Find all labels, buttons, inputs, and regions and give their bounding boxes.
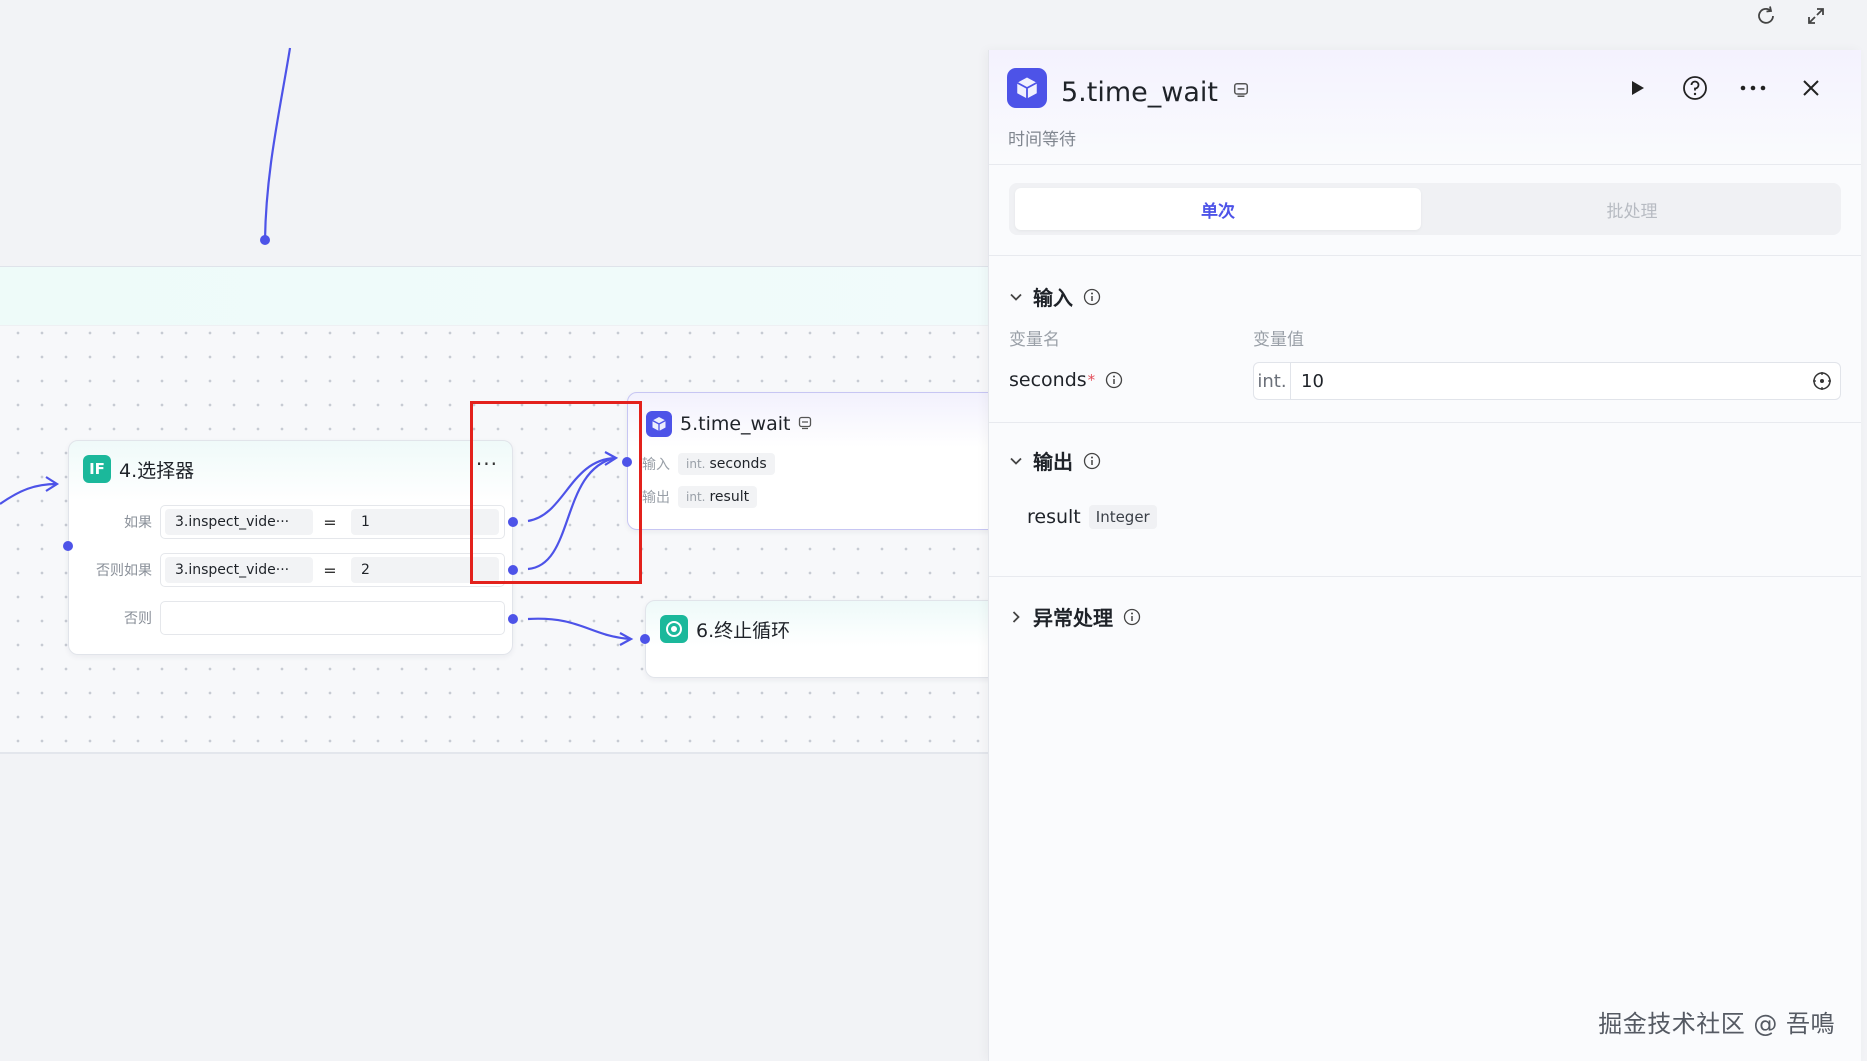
panel-header: 5.time_wait 时间等待 <box>989 50 1861 165</box>
cube-icon <box>1007 68 1047 108</box>
chevron-down-icon <box>1009 449 1023 473</box>
workflow-canvas[interactable]: IF 4.选择器 ··· 如果 3.inspect_vide··· = 1 否则… <box>0 0 1007 1061</box>
wire-else-to-endloop <box>527 617 631 641</box>
output-type-badge: Integer <box>1088 505 1157 529</box>
if-icon: IF <box>83 455 111 483</box>
condition-label: 否则如果 <box>96 563 152 579</box>
end-loop-input-port[interactable] <box>640 634 650 644</box>
divider <box>989 576 1861 577</box>
end-loop-node-header: 6.终止循环 <box>660 615 790 643</box>
variable-name-column-label: 变量名 <box>1009 330 1060 350</box>
else-branch-box <box>160 601 505 635</box>
highlight-annotation-box <box>470 401 642 584</box>
variable-name-text: seconds <box>1009 369 1087 391</box>
stop-circle-icon <box>660 615 688 643</box>
run-button[interactable] <box>1621 72 1653 104</box>
seconds-value-input[interactable]: 10 <box>1301 371 1812 392</box>
required-mark: * <box>1087 371 1096 389</box>
input-section-header[interactable]: 输入 <box>1009 282 1101 311</box>
divider <box>989 255 1861 256</box>
info-icon[interactable] <box>1083 288 1101 306</box>
selector-node-header: IF 4.选择器 <box>83 455 194 483</box>
exception-section-header[interactable]: 异常处理 <box>1009 602 1141 631</box>
chevron-down-icon <box>1009 285 1023 309</box>
variable-type-badge: int. <box>1254 363 1291 399</box>
condition-left-variable[interactable]: 3.inspect_vide··· <box>165 557 313 583</box>
input-param-type: int. <box>686 457 706 471</box>
chevron-right-icon <box>1009 605 1023 629</box>
else-output-port[interactable] <box>508 614 518 624</box>
end-loop-node-title: 6.终止循环 <box>696 619 791 642</box>
plugin-badge-icon <box>1233 74 1249 105</box>
output-param-tag: int. result <box>678 486 758 508</box>
input-param-tag: int. seconds <box>678 453 775 475</box>
watermark: 掘金技术社区 @ 吾鳴 <box>1598 1010 1835 1038</box>
tab-batch[interactable]: 批处理 <box>1429 188 1835 230</box>
exception-section-title: 异常处理 <box>1033 606 1113 630</box>
output-section-title: 输出 <box>1033 450 1073 474</box>
input-label: 输入 <box>642 457 670 473</box>
port-loop-top <box>260 235 270 245</box>
output-label: 输出 <box>642 490 670 506</box>
info-icon[interactable] <box>1105 371 1123 389</box>
condition-left-variable[interactable]: 3.inspect_vide··· <box>165 509 313 535</box>
condition-expression[interactable]: 3.inspect_vide··· = 1 <box>160 505 505 539</box>
more-options-icon[interactable] <box>1737 72 1769 104</box>
condition-row-if: 如果 3.inspect_vide··· = 1 <box>79 505 505 539</box>
panel-title-text: 5.time_wait <box>1061 77 1218 108</box>
seconds-value-field[interactable]: int. 10 <box>1253 362 1841 400</box>
refresh-icon[interactable] <box>1752 2 1780 30</box>
time-wait-input-row: 输入 int. seconds <box>642 453 775 475</box>
time-wait-node[interactable]: 5.time_wait 输入 int. seconds 输出 int. resu… <box>627 392 1007 530</box>
condition-expression[interactable]: 3.inspect_vide··· = 2 <box>160 553 505 587</box>
time-wait-output-row: 输出 int. result <box>642 486 758 508</box>
time-wait-node-header: 5.time_wait <box>646 411 812 437</box>
info-icon[interactable] <box>1123 608 1141 626</box>
panel-subtitle: 时间等待 <box>1008 130 1076 150</box>
wire-top-to-loop <box>263 47 292 241</box>
selector-node-title: 4.选择器 <box>119 459 195 482</box>
close-icon[interactable] <box>1795 72 1827 104</box>
end-loop-node[interactable]: 6.终止循环 <box>645 600 1007 678</box>
help-icon[interactable] <box>1679 72 1711 104</box>
fullscreen-icon[interactable] <box>1802 2 1830 30</box>
variable-value-column-label: 变量值 <box>1253 330 1304 350</box>
wire-into-selector <box>0 482 58 505</box>
selector-node[interactable]: IF 4.选择器 ··· 如果 3.inspect_vide··· = 1 否则… <box>68 440 513 655</box>
input-param-name: seconds <box>709 456 767 472</box>
variable-name-seconds: seconds * <box>1009 369 1123 391</box>
tab-single[interactable]: 单次 <box>1015 188 1421 230</box>
node-config-panel: 5.time_wait 时间等待 单次 批处理 输入 变量名 变量值 secon… <box>988 50 1861 1061</box>
variable-reference-icon[interactable] <box>1812 371 1832 391</box>
condition-row-else: 否则 <box>79 601 505 635</box>
divider <box>989 422 1861 423</box>
condition-label: 否则 <box>124 611 152 627</box>
output-section-header[interactable]: 输出 <box>1009 446 1101 475</box>
condition-operator[interactable]: = <box>313 513 347 532</box>
panel-title: 5.time_wait <box>1061 74 1249 108</box>
output-name: result <box>1027 506 1081 528</box>
selector-input-port[interactable] <box>63 541 73 551</box>
output-param-name: result <box>709 489 750 505</box>
plugin-badge-icon <box>798 415 812 434</box>
output-item-result: result Integer <box>1027 505 1157 529</box>
condition-operator[interactable]: = <box>313 561 347 580</box>
output-param-type: int. <box>686 490 706 504</box>
run-mode-tabs: 单次 批处理 <box>1009 183 1841 235</box>
input-section-title: 输入 <box>1033 286 1073 310</box>
info-icon[interactable] <box>1083 452 1101 470</box>
cube-icon <box>646 411 672 437</box>
condition-row-elseif: 否则如果 3.inspect_vide··· = 2 <box>79 553 505 587</box>
time-wait-node-title: 5.time_wait <box>680 413 791 435</box>
condition-label: 如果 <box>124 515 152 531</box>
